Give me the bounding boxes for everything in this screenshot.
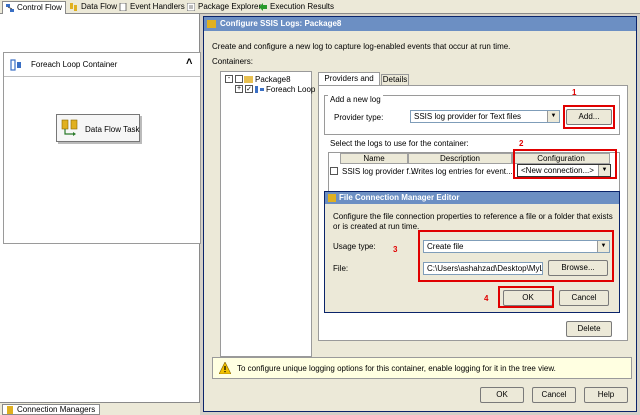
tab-label: Event Handlers xyxy=(130,2,185,11)
annotation-box-file-settings xyxy=(418,230,614,282)
annotation-number-2: 2 xyxy=(519,139,524,148)
usage-type-label: Usage type: xyxy=(333,242,376,251)
cancel-button[interactable]: Cancel xyxy=(532,387,576,403)
connection-managers-icon xyxy=(7,406,13,414)
ok-button[interactable]: OK xyxy=(480,387,524,403)
foreach-loop-icon xyxy=(10,59,21,71)
tree-expand-icon[interactable]: + xyxy=(235,85,243,93)
containers-tree[interactable]: - Package8 + ✓ Foreach Loop C xyxy=(220,71,323,357)
annotation-number-1: 1 xyxy=(572,88,577,97)
data-flow-icon xyxy=(70,3,77,11)
dialog-description: Create and configure a new log to captur… xyxy=(212,42,511,51)
tab-label: Data Flow xyxy=(81,2,118,11)
event-handlers-icon xyxy=(119,3,127,11)
sub-dialog-title-text: File Connection Manager Editor xyxy=(339,193,460,202)
select-logs-label: Select the logs to use for the container… xyxy=(330,139,469,148)
tab-details[interactable]: Details xyxy=(381,74,409,85)
data-flow-task[interactable]: Data Flow Task xyxy=(56,114,140,142)
tab-label: Execution Results xyxy=(270,2,335,11)
folder-icon xyxy=(244,76,253,83)
designer-tab-strip: Control Flow Data Flow Event Handlers Pa… xyxy=(0,0,640,14)
log-row-checkbox[interactable] xyxy=(330,167,338,175)
annotation-box-ok xyxy=(498,286,554,308)
containers-label: Containers: xyxy=(212,57,253,66)
sub-description: Configure the file connection properties… xyxy=(333,212,613,231)
tab-label: Control Flow xyxy=(17,3,62,12)
info-bar: To configure unique logging options for … xyxy=(212,357,632,379)
warning-icon xyxy=(219,362,231,374)
container-header: Foreach Loop Container ˄ xyxy=(4,53,200,77)
tab-data-flow[interactable]: Data Flow xyxy=(67,1,118,14)
tab-package-explorer[interactable]: Package Explorer xyxy=(184,1,261,14)
package-explorer-icon xyxy=(187,3,195,11)
package-checkbox[interactable] xyxy=(235,75,243,83)
sub-dialog-icon xyxy=(328,194,336,202)
task-label: Data Flow Task xyxy=(85,125,140,134)
annotation-box-configuration xyxy=(513,149,617,179)
log-row-description: Writes log entries for event... xyxy=(411,167,513,176)
provider-type-value: SSIS log provider for Text files xyxy=(414,112,522,121)
tab-providers-and-logs[interactable]: Providers and Logs xyxy=(318,72,380,95)
annotation-box-add xyxy=(563,105,615,129)
add-log-group-label: Add a new log xyxy=(328,95,383,104)
tree-child-label[interactable]: Foreach Loop C xyxy=(266,85,323,94)
annotation-number-4: 4 xyxy=(484,294,489,303)
tree-root-label[interactable]: Package8 xyxy=(255,75,291,84)
collapse-icon[interactable]: ˄ xyxy=(186,56,192,68)
control-flow-designer[interactable]: Foreach Loop Container ˄ Data Flow Task xyxy=(0,14,201,402)
column-name[interactable]: Name xyxy=(340,153,408,164)
conn-label: Connection Managers xyxy=(17,405,96,414)
log-row-name: SSIS log provider f... xyxy=(342,167,416,176)
foreach-checkbox[interactable]: ✓ xyxy=(245,85,253,93)
provider-type-label: Provider type: xyxy=(334,113,384,122)
tab-event-handlers[interactable]: Event Handlers xyxy=(116,1,185,14)
chevron-down-icon[interactable]: ▼ xyxy=(547,111,559,122)
column-description[interactable]: Description xyxy=(408,153,512,164)
tab-execution-results[interactable]: Execution Results xyxy=(256,1,335,14)
tab-control-flow[interactable]: Control Flow xyxy=(2,1,66,14)
sub-dialog-title: File Connection Manager Editor xyxy=(325,192,619,204)
data-flow-task-icon xyxy=(61,119,78,136)
dialog-app-icon xyxy=(207,20,216,28)
sub-cancel-button[interactable]: Cancel xyxy=(559,290,609,306)
dialog-title: Configure SSIS Logs: Package8 xyxy=(204,17,636,31)
provider-type-select[interactable]: SSIS log provider for Text files ▼ xyxy=(410,110,560,123)
tab-label: Package Explorer xyxy=(198,2,262,11)
file-label: File: xyxy=(333,264,349,273)
annotation-number-3: 3 xyxy=(393,245,398,254)
container-label: Foreach Loop Container xyxy=(31,60,118,69)
dialog-title-text: Configure SSIS Logs: Package8 xyxy=(220,19,342,28)
bottom-bar: Connection Managers xyxy=(0,402,200,415)
foreach-loop-container[interactable]: Foreach Loop Container ˄ Data Flow Task xyxy=(3,52,201,244)
execution-results-icon xyxy=(259,3,267,11)
delete-button[interactable]: Delete xyxy=(566,321,612,337)
loop-icon xyxy=(255,86,264,93)
help-button[interactable]: Help xyxy=(584,387,628,403)
info-text: To configure unique logging options for … xyxy=(237,364,556,373)
tree-collapse-icon[interactable]: - xyxy=(225,75,233,83)
control-flow-icon xyxy=(6,4,14,12)
connection-managers-tab[interactable]: Connection Managers xyxy=(2,404,101,415)
